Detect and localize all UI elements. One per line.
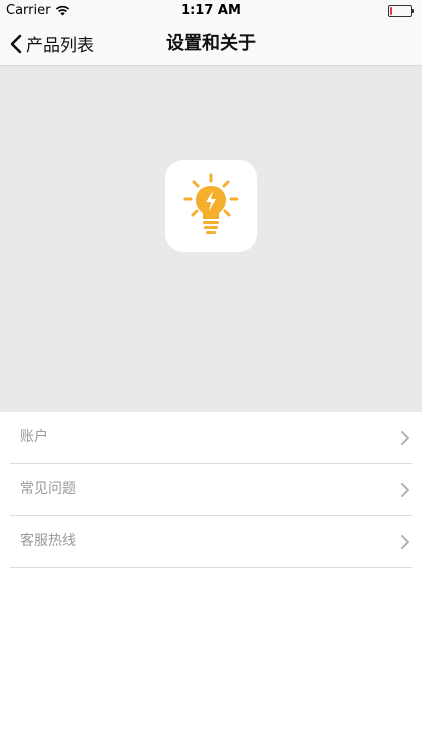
battery-icon: [388, 5, 414, 17]
navigation-bar: 产品列表 设置和关于: [0, 22, 422, 66]
battery-level: [390, 7, 392, 15]
settings-menu: 账户 常见问题 客服热线: [0, 412, 422, 568]
chevron-right-icon: [401, 431, 409, 445]
back-label: 产品列表: [26, 36, 94, 56]
status-bar: Carrier 1:17 AM: [0, 0, 422, 22]
menu-item-account[interactable]: 账户: [10, 412, 412, 464]
hero-banner: [0, 66, 422, 412]
menu-item-label: 客服热线: [20, 533, 76, 549]
back-button[interactable]: 产品列表: [10, 22, 94, 65]
chevron-left-icon: [10, 34, 22, 53]
chevron-right-icon: [401, 483, 409, 497]
chevron-right-icon: [401, 535, 409, 549]
menu-item-hotline[interactable]: 客服热线: [10, 516, 412, 568]
menu-item-label: 常见问题: [20, 481, 76, 497]
menu-item-faq[interactable]: 常见问题: [10, 464, 412, 516]
app-logo: [165, 160, 257, 252]
menu-item-label: 账户: [20, 429, 48, 445]
status-time: 1:17 AM: [181, 3, 241, 18]
lightbulb-icon: [183, 173, 239, 234]
